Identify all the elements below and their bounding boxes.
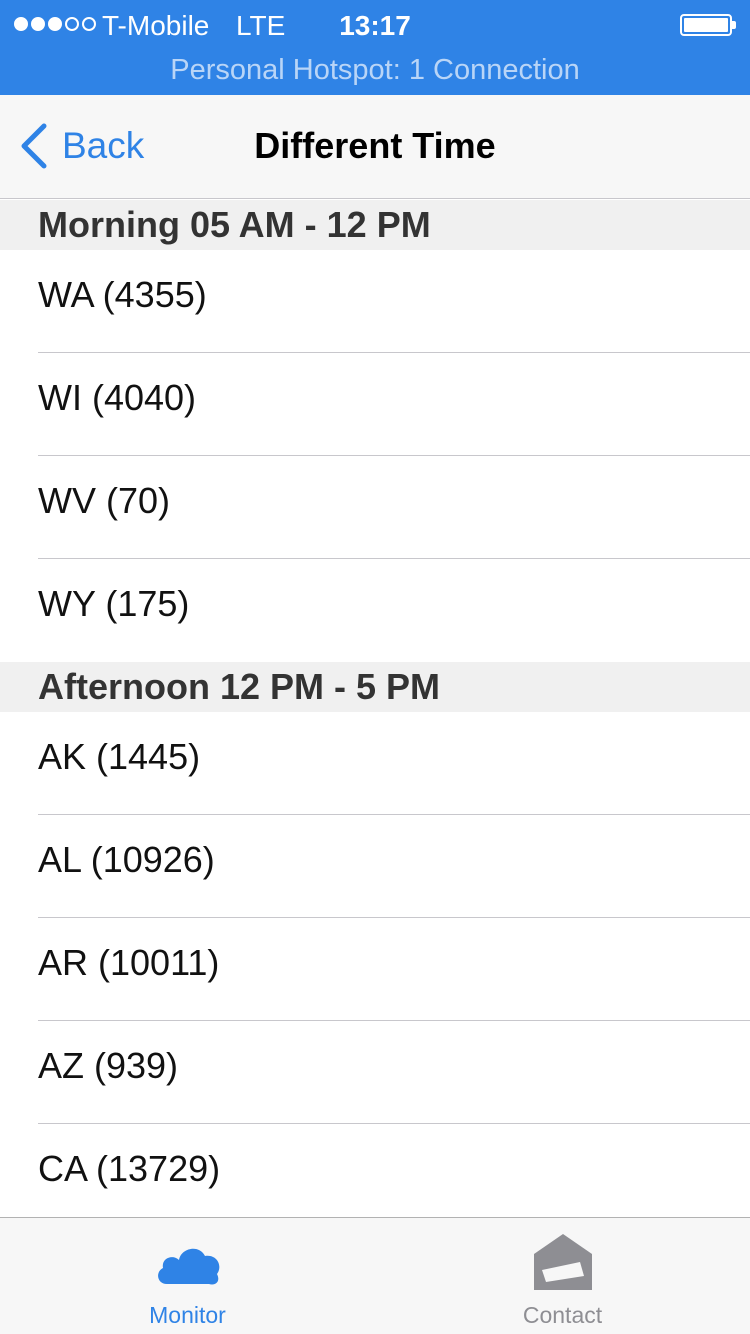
list-item[interactable]: AR (10011): [0, 918, 750, 1021]
list-item[interactable]: WY (175): [0, 559, 750, 662]
list-item[interactable]: WI (4040): [0, 353, 750, 456]
status-row: T-Mobile LTE 13:17: [0, 0, 750, 50]
cloud-icon: [157, 1248, 219, 1285]
battery-icon: [680, 14, 736, 36]
tab-monitor-label: Monitor: [149, 1302, 226, 1328]
envelope-icon: [533, 1234, 592, 1290]
list-item[interactable]: WA (4355): [0, 250, 750, 353]
section-header-afternoon: Afternoon 12 PM - 5 PM: [0, 662, 750, 712]
list-item[interactable]: WV (70): [0, 456, 750, 559]
navigation-bar: Back Different Time: [0, 95, 750, 199]
list-item[interactable]: CA (13729): [0, 1124, 750, 1217]
tab-monitor[interactable]: Monitor: [0, 1218, 375, 1334]
page-title: Different Time: [254, 125, 496, 166]
status-bar: T-Mobile LTE 13:17 Personal Hotspot: 1 C…: [0, 0, 750, 95]
tab-bar: Monitor Contact: [0, 1217, 750, 1334]
list-item[interactable]: AK (1445): [0, 712, 750, 815]
section-header-morning: Morning 05 AM - 12 PM: [0, 200, 750, 250]
list-item[interactable]: AL (10926): [0, 815, 750, 918]
time-zone-list: Morning 05 AM - 12 PM WA (4355) WI (4040…: [0, 200, 750, 1217]
screen: T-Mobile LTE 13:17 Personal Hotspot: 1 C…: [0, 0, 750, 1334]
tab-contact[interactable]: Contact: [375, 1218, 750, 1334]
list-item[interactable]: AZ (939): [0, 1021, 750, 1124]
hotspot-banner[interactable]: Personal Hotspot: 1 Connection: [0, 52, 750, 88]
clock: 13:17: [339, 10, 411, 41]
tab-contact-label: Contact: [522, 1302, 603, 1328]
